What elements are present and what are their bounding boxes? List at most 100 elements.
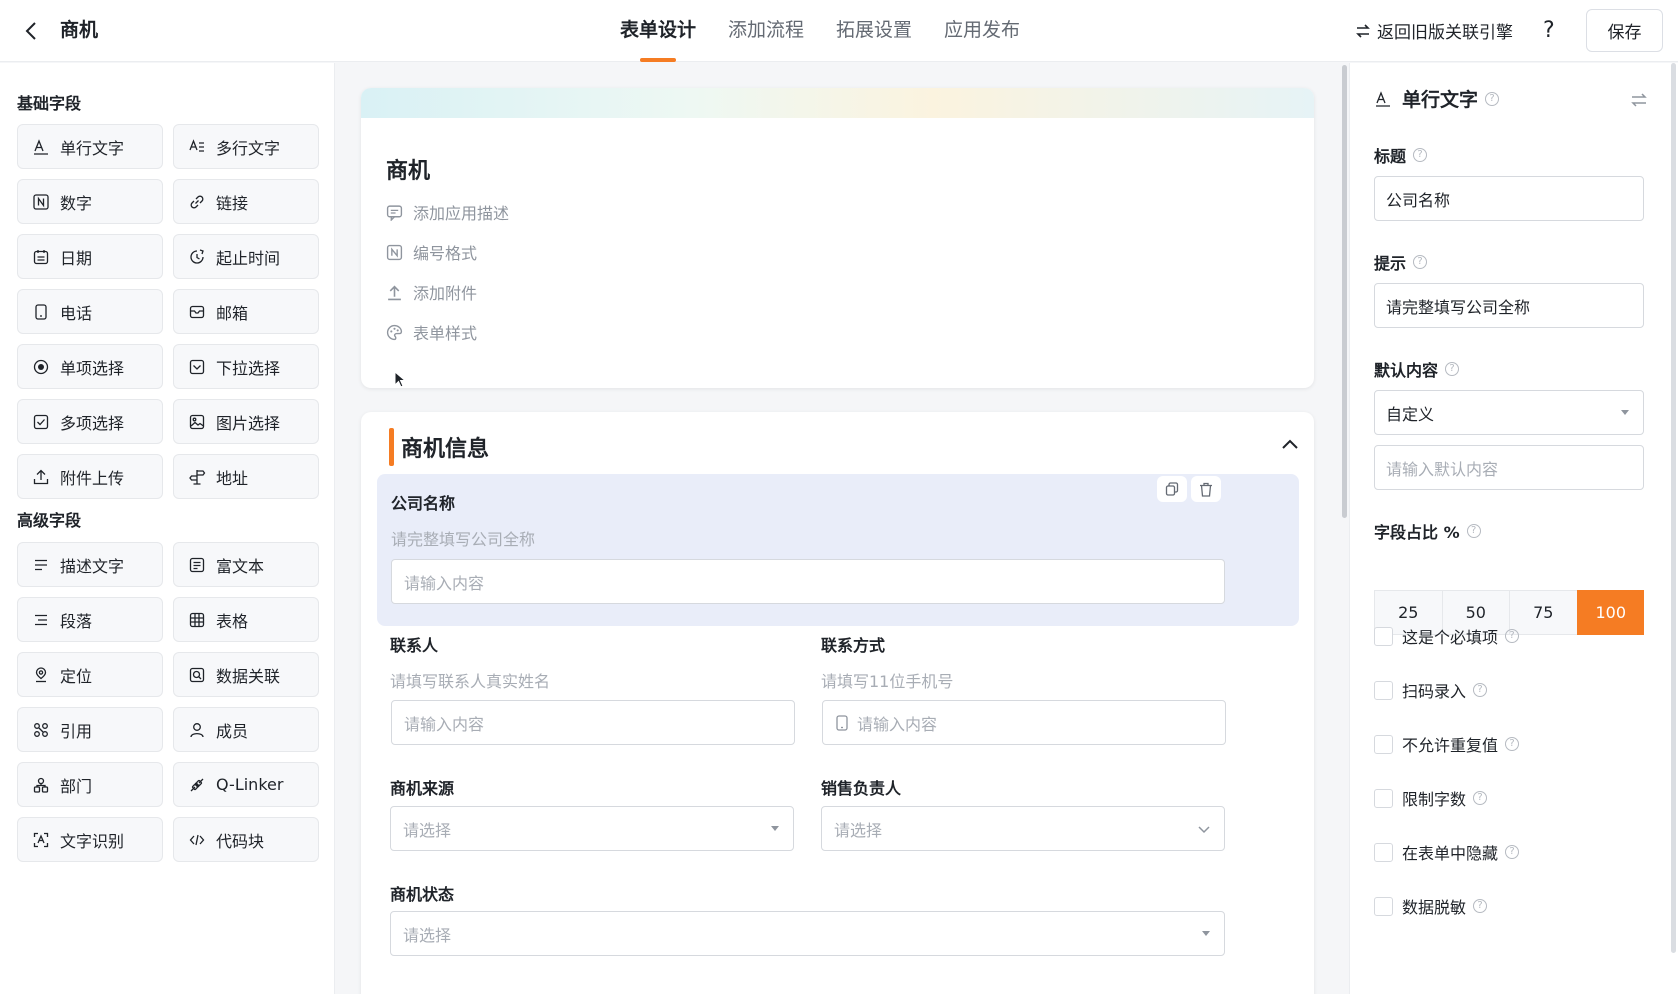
- checkbox[interactable]: [1374, 842, 1393, 862]
- add-description-option[interactable]: 添加应用描述: [386, 200, 509, 224]
- contact-label: 联系人: [390, 636, 439, 655]
- checkbox[interactable]: [1374, 788, 1393, 808]
- help-circle-icon[interactable]: ?: [1445, 362, 1460, 376]
- advanced-field-q-linker[interactable]: Q-Linker: [173, 762, 319, 807]
- form-title[interactable]: 商机: [386, 153, 430, 185]
- canvas-scrollbar-thumb[interactable]: [1342, 65, 1347, 518]
- time-range-icon: [190, 248, 204, 264]
- basic-field-mail[interactable]: 邮箱: [173, 289, 319, 334]
- form-style-label: 表单样式: [413, 324, 478, 343]
- advanced-field-ocr[interactable]: 文字识别: [17, 817, 163, 862]
- basic-field-number[interactable]: 数字: [17, 179, 163, 224]
- width-option-75[interactable]: 75: [1509, 590, 1577, 635]
- location-icon: [35, 666, 47, 682]
- advanced-field-reference[interactable]: 引用: [17, 707, 163, 752]
- help-circle-icon[interactable]: ?: [1413, 255, 1428, 269]
- advanced-field-paragraph[interactable]: 段落: [17, 597, 163, 642]
- reference-icon: [34, 722, 48, 737]
- basic-field-dropdown[interactable]: 下拉选择: [173, 344, 319, 389]
- caret-down-icon: [1621, 410, 1629, 415]
- canvas-scrollbar[interactable]: [1339, 63, 1349, 994]
- status-select[interactable]: 请选择: [390, 911, 1225, 956]
- option-checkbox[interactable]: 扫码录入?: [1374, 678, 1488, 702]
- help-circle-icon[interactable]: ?: [1505, 845, 1520, 859]
- description-icon: [35, 559, 47, 570]
- advanced-field-data-link[interactable]: 数据关联: [173, 652, 319, 697]
- help-circle-icon[interactable]: ?: [1505, 629, 1520, 643]
- option-checkbox[interactable]: 数据脱敏?: [1374, 894, 1488, 918]
- swap-icon[interactable]: [1630, 91, 1648, 109]
- selected-field-company[interactable]: 公司名称 请完整填写公司全称 请输入内容: [377, 474, 1299, 626]
- advanced-field-description[interactable]: 描述文字: [17, 542, 163, 587]
- chevron-up-icon[interactable]: [1279, 434, 1301, 456]
- option-checkbox[interactable]: 不允许重复值?: [1374, 732, 1520, 756]
- hint-property-label: 提示?: [1374, 250, 1428, 274]
- contact-input[interactable]: 请输入内容: [391, 700, 795, 745]
- checkbox[interactable]: [1374, 734, 1393, 754]
- basic-field-single-line-text[interactable]: 单行文字: [17, 124, 163, 169]
- option-checkbox[interactable]: 限制字数?: [1374, 786, 1488, 810]
- help-circle-icon[interactable]: ?: [1466, 524, 1481, 538]
- help-circle-icon[interactable]: ?: [1473, 791, 1488, 805]
- sales-owner-select[interactable]: 请选择: [821, 806, 1225, 851]
- basic-field-phone[interactable]: 电话: [17, 289, 163, 334]
- basic-field-upload[interactable]: 附件上传: [17, 454, 163, 499]
- advanced-field-rich-text[interactable]: 富文本: [173, 542, 319, 587]
- advanced-field-department[interactable]: 部门: [17, 762, 163, 807]
- section-title[interactable]: 商机信息: [401, 431, 489, 463]
- default-value-input[interactable]: 请输入默认内容: [1374, 445, 1644, 490]
- basic-field-time-range[interactable]: 起止时间: [173, 234, 319, 279]
- copy-icon[interactable]: [1157, 476, 1187, 502]
- add-attachment-option[interactable]: 添加附件: [386, 280, 477, 304]
- tab-add-workflow[interactable]: 添加流程: [728, 0, 804, 62]
- top-tabs: 表单设计 添加流程 拓展设置 应用发布: [620, 0, 1052, 62]
- basic-field-link[interactable]: 链接: [173, 179, 319, 224]
- number-format-option[interactable]: 编号格式: [386, 240, 477, 264]
- add-description-label: 添加应用描述: [413, 204, 510, 223]
- checkbox[interactable]: [1374, 680, 1393, 700]
- basic-field-checkbox[interactable]: 多项选择: [17, 399, 163, 444]
- basic-field-calendar[interactable]: 日期: [17, 234, 163, 279]
- field-button-label: 电话: [60, 303, 93, 323]
- field-type-label: 单行文字: [1402, 89, 1479, 111]
- hint-property-text: 提示: [1374, 254, 1407, 273]
- option-checkbox[interactable]: 在表单中隐藏?: [1374, 840, 1520, 864]
- help-circle-icon[interactable]: ?: [1485, 91, 1500, 106]
- help-circle-icon[interactable]: ?: [1505, 737, 1520, 751]
- tab-app-publish[interactable]: 应用发布: [944, 0, 1020, 62]
- help-circle-icon[interactable]: ?: [1473, 899, 1488, 913]
- properties-scrollbar[interactable]: [1671, 63, 1676, 953]
- save-button[interactable]: 保存: [1586, 9, 1663, 52]
- source-select[interactable]: 请选择: [390, 806, 794, 851]
- default-mode-select[interactable]: 自定义: [1374, 390, 1644, 435]
- phone-input[interactable]: 请输入内容: [822, 700, 1226, 745]
- help-circle-icon[interactable]: ?: [1473, 683, 1488, 697]
- back-arrow-icon[interactable]: [20, 19, 44, 43]
- advanced-field-table[interactable]: 表格: [173, 597, 319, 642]
- form-style-option[interactable]: 表单样式: [386, 320, 477, 344]
- company-input[interactable]: 请输入内容: [391, 559, 1225, 604]
- help-icon[interactable]: ?: [1543, 18, 1555, 44]
- tab-form-design[interactable]: 表单设计: [620, 0, 696, 62]
- option-label: 数据脱敏: [1402, 898, 1467, 917]
- basic-field-address[interactable]: 地址: [173, 454, 319, 499]
- help-circle-icon[interactable]: ?: [1413, 148, 1428, 162]
- title-property-input[interactable]: 公司名称: [1374, 176, 1644, 221]
- advanced-field-location[interactable]: 定位: [17, 652, 163, 697]
- checkbox[interactable]: [1374, 896, 1393, 916]
- field-button-label: 数字: [60, 193, 93, 213]
- tab-extension-settings[interactable]: 拓展设置: [836, 0, 912, 62]
- legacy-engine-link[interactable]: 返回旧版关联引擎: [1355, 18, 1513, 43]
- option-checkbox[interactable]: 这是个必填项?: [1374, 624, 1520, 648]
- field-button-label: 代码块: [216, 831, 265, 851]
- basic-field-radio[interactable]: 单项选择: [17, 344, 163, 389]
- hint-property-input[interactable]: 请完整填写公司全称: [1374, 283, 1644, 328]
- checkbox[interactable]: [1374, 626, 1393, 646]
- company-label: 公司名称: [391, 494, 456, 513]
- basic-field-image[interactable]: 图片选择: [173, 399, 319, 444]
- width-option-100[interactable]: 100: [1576, 590, 1644, 635]
- advanced-field-member[interactable]: 成员: [173, 707, 319, 752]
- trash-icon[interactable]: [1191, 476, 1221, 502]
- advanced-field-code[interactable]: 代码块: [173, 817, 319, 862]
- basic-field-multi-line-text[interactable]: 多行文字: [173, 124, 319, 169]
